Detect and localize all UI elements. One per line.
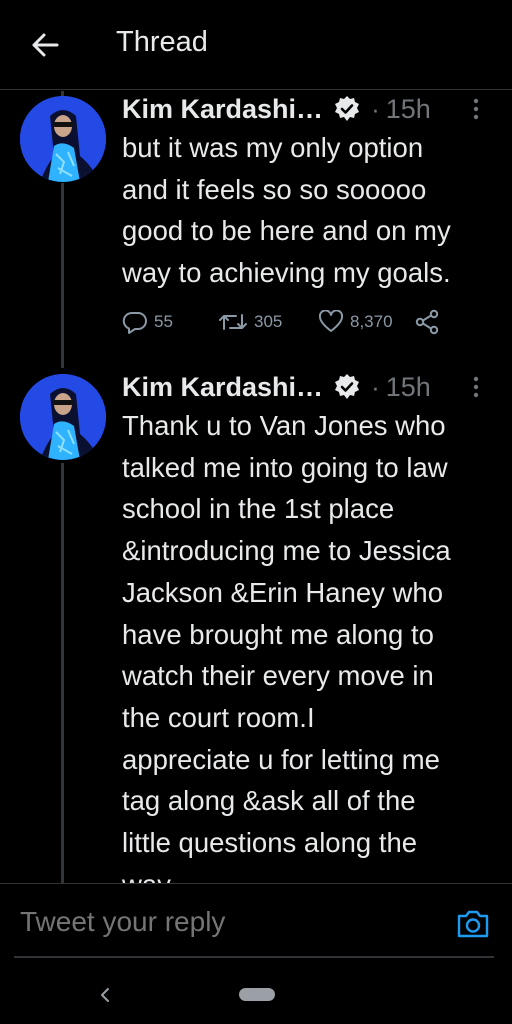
chevron-left-icon (101, 988, 109, 1002)
arrow-left-icon (32, 33, 59, 57)
separator-dot: · (371, 93, 380, 124)
avatar[interactable] (20, 96, 106, 182)
thread-header: Thread (0, 0, 512, 90)
reply-button[interactable]: 55 (122, 307, 173, 337)
tweet-header: Kim Kardashi… · 15h (122, 91, 492, 127)
tweet-text: Thank u to Van Jones who talked me into … (122, 410, 451, 883)
tweet-actions: 55 305 8,370 (122, 307, 452, 337)
like-count: 8,370 (350, 312, 393, 331)
retweet-icon (219, 314, 247, 330)
avatar[interactable] (20, 374, 106, 460)
retweet-button[interactable]: 305 (218, 307, 282, 337)
tweet-timestamp[interactable]: 15h (386, 94, 431, 125)
like-button[interactable]: 8,370 (318, 307, 393, 337)
more-options-icon[interactable] (466, 97, 486, 121)
camera-icon (457, 910, 489, 938)
tweet-header: Kim Kardashi… · 15h (122, 369, 492, 405)
tweet-item[interactable]: Kim Kardashi… · 15h Thank u to Van Jones… (0, 369, 512, 883)
tweet-timestamp[interactable]: 15h (386, 372, 431, 403)
reply-underline (14, 956, 494, 958)
system-back-button[interactable] (98, 983, 114, 1007)
more-options-icon[interactable] (466, 375, 486, 399)
reply-composer (0, 883, 512, 958)
profile-photo-icon (20, 96, 106, 182)
tweet-text: but it was my only option and it feels s… (122, 132, 451, 289)
reply-input[interactable] (20, 905, 440, 939)
retweet-count: 305 (254, 312, 283, 331)
back-button[interactable] (28, 28, 62, 62)
page-title: Thread (116, 26, 208, 58)
share-button[interactable] (414, 307, 440, 337)
author-name[interactable]: Kim Kardashi… (122, 372, 323, 403)
camera-button[interactable] (456, 909, 490, 943)
thread-timeline[interactable]: Kim Kardashi… · 15h but it was my only o… (0, 91, 512, 883)
system-nav-bar (0, 975, 512, 1024)
profile-photo-icon (20, 374, 106, 460)
reply-count: 55 (154, 312, 173, 331)
author-name[interactable]: Kim Kardashi… (122, 94, 323, 125)
share-icon (415, 309, 439, 335)
verified-badge-icon (333, 373, 361, 401)
tweet-item[interactable]: Kim Kardashi… · 15h but it was my only o… (0, 91, 512, 371)
heart-icon (318, 310, 344, 332)
verified-badge-icon (333, 95, 361, 123)
separator-dot: · (371, 371, 380, 402)
home-pill[interactable] (239, 988, 275, 1001)
reply-icon (122, 311, 147, 334)
